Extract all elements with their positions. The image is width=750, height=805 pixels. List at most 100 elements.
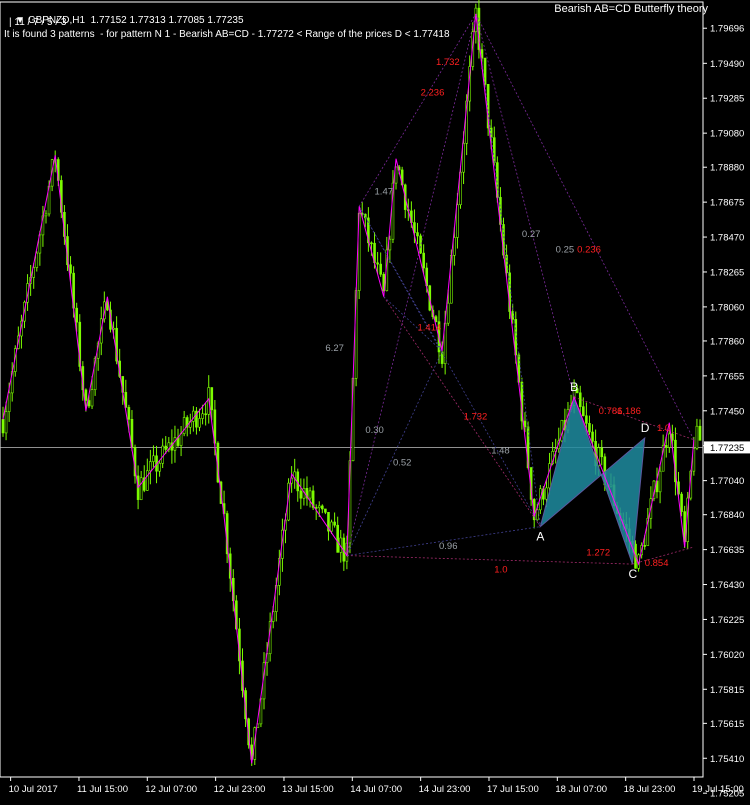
y-tick-label: 1.78265: [710, 267, 744, 278]
ratio-label: 0.25: [556, 244, 575, 255]
candle-body: [333, 521, 336, 526]
current-price-label: 1.77235: [710, 443, 744, 454]
y-tick-label: 1.75615: [710, 719, 744, 730]
candle-body: [523, 420, 527, 428]
ratio-label: 1.47: [375, 186, 394, 197]
candle-body: [330, 521, 333, 532]
candle-body: [585, 415, 588, 424]
candle-body: [492, 137, 496, 163]
ratio-label: 6.27: [325, 343, 344, 354]
y-tick-label: 1.76020: [710, 650, 744, 661]
ratio-label: 1.414: [418, 323, 442, 334]
candle-body: [198, 418, 201, 428]
candle-body: [336, 524, 339, 553]
y-tick-label: 1.76430: [710, 580, 744, 591]
x-tick-label: 12 Jul 07:00: [145, 784, 197, 795]
candle-body: [698, 425, 702, 441]
y-tick-label: 1.77655: [710, 371, 744, 382]
ratio-label: 1.186: [617, 406, 641, 417]
candle-body: [422, 252, 425, 269]
candle-body: [446, 302, 450, 324]
candle-body: [664, 445, 668, 448]
y-tick-label: 1.77860: [710, 336, 744, 347]
pattern-point-label: D: [641, 421, 650, 435]
candle-body: [139, 477, 143, 500]
candle-body: [146, 470, 149, 491]
ratio-label: 1.0: [657, 423, 670, 434]
ratio-label: 1.732: [464, 411, 488, 422]
x-tick-label: 18 Jul 23:00: [624, 784, 676, 795]
candle-body: [317, 505, 321, 509]
candle-body: [321, 505, 324, 510]
y-tick-label: 1.76635: [710, 545, 744, 556]
candle-body: [695, 425, 699, 449]
ratio-label: 1.732: [436, 57, 460, 68]
ratio-label: 0.52: [393, 457, 412, 468]
pattern-point-label: C: [628, 567, 637, 581]
ratio-label: 0.27: [522, 229, 541, 240]
candle-body: [152, 455, 155, 462]
candle-body: [658, 470, 662, 493]
candle-body: [578, 392, 582, 407]
ratio-label: 1.0: [494, 565, 507, 576]
candle-body: [535, 509, 539, 521]
y-tick-label: 1.75815: [710, 685, 744, 696]
x-tick-label: 10 Jul 2017: [9, 784, 58, 795]
y-tick-label: 1.79490: [710, 59, 744, 70]
y-tick-label: 1.76840: [710, 510, 744, 521]
ratio-label: 1.272: [586, 548, 610, 559]
candle-body: [545, 487, 548, 500]
y-tick-label: 1.79696: [710, 24, 744, 35]
y-tick-label: 1.77040: [710, 476, 744, 487]
candle-body: [75, 307, 78, 323]
candle-body: [1, 419, 5, 434]
candle-body: [7, 392, 11, 412]
ratio-label: 0.236: [577, 244, 601, 255]
y-tick-label: 1.78470: [710, 233, 744, 244]
y-tick-label: 1.79285: [710, 94, 744, 105]
y-tick-label: 1.78880: [710, 163, 744, 174]
y-tick-label: 1.79080: [710, 129, 744, 140]
candle-body: [192, 410, 195, 422]
candle-body: [588, 423, 591, 433]
candle-body: [600, 447, 604, 458]
ratio-label: 0.30: [365, 425, 384, 436]
candle-body: [35, 252, 39, 268]
y-tick-label: 1.76225: [710, 615, 744, 626]
chart-window[interactable]: 1.79696 1.79490 1.79285 1.79080 1.78880 1.786…: [0, 0, 750, 800]
x-tick-label: 12 Jul 23:00: [214, 784, 266, 795]
candle-body: [179, 433, 183, 446]
candle-body: [667, 433, 671, 448]
x-tick-label: 14 Jul 23:00: [419, 784, 471, 795]
ratio-label: 0.96: [439, 541, 458, 552]
indicator-title: Bearish AB=CD Butterfly theory: [554, 3, 708, 15]
x-tick-label: 19 Jul 15:00: [692, 784, 744, 795]
candle-body: [643, 545, 647, 547]
candle-body: [370, 242, 373, 245]
candle-body: [582, 406, 585, 417]
y-tick-label: 1.77450: [710, 406, 744, 417]
pattern-point-label: A: [536, 530, 544, 544]
ratio-label: 0.854: [645, 558, 669, 569]
plot-area: [0, 1, 704, 778]
candle-body: [210, 387, 214, 411]
price-chart[interactable]: 1.79696 1.79490 1.79285 1.79080 1.78880 1.786…: [0, 0, 750, 800]
ratio-label: 2.236: [421, 88, 445, 99]
candle-body: [4, 411, 8, 434]
candle-body: [161, 445, 164, 464]
indicator-params: 11 / 7 / 5 / 3: [14, 17, 67, 28]
candle-body: [69, 264, 72, 274]
candle-body: [308, 490, 312, 499]
candle-body: [90, 389, 94, 407]
candle-body: [204, 413, 207, 416]
indicator-line: | 11 / 7 / 5 / 3: [9, 17, 67, 28]
x-tick-label: 17 Jul 15:00: [487, 784, 539, 795]
y-tick-label: 1.78060: [710, 302, 744, 313]
candle-body: [173, 437, 177, 451]
candle-body: [127, 407, 131, 420]
candle-body: [158, 462, 161, 472]
y-tick-label: 1.78675: [710, 198, 744, 209]
x-tick-label: 14 Jul 07:00: [350, 784, 402, 795]
candle-body: [299, 490, 303, 499]
candle-body: [680, 493, 683, 512]
